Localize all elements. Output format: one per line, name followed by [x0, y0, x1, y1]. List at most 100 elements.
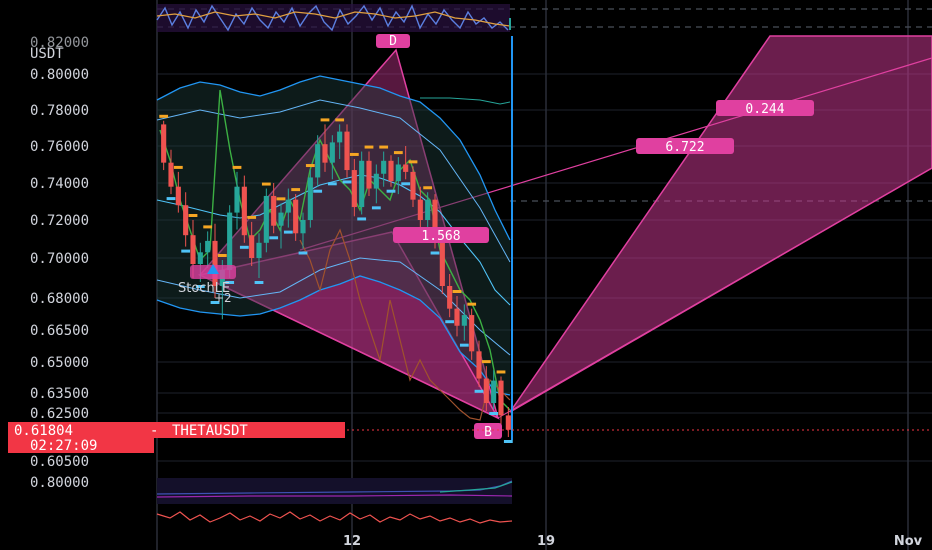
candle-body	[300, 220, 306, 234]
stop-level-mark	[379, 145, 389, 149]
candle-body	[263, 195, 269, 243]
last-price-dash: -	[150, 423, 158, 439]
stop-level-mark	[335, 118, 345, 122]
stop-level-mark	[327, 182, 337, 186]
candle-body	[417, 199, 423, 220]
candle-body	[483, 378, 489, 403]
candle-body	[227, 212, 233, 270]
candle-body	[329, 142, 335, 163]
candle-body	[256, 242, 262, 258]
candle-body	[403, 164, 409, 172]
stop-level-mark	[467, 302, 477, 306]
stop-level-mark	[474, 389, 484, 393]
stop-level-mark	[320, 118, 330, 122]
pattern-label-d-text: D	[389, 34, 397, 49]
price-tick-label: 0.76000	[30, 139, 89, 155]
stop-level-mark	[401, 182, 411, 186]
stop-level-mark	[357, 217, 367, 221]
stop-level-mark	[445, 320, 455, 324]
stop-level-mark	[254, 281, 264, 284]
price-tick-label: 0.63500	[30, 386, 89, 402]
stop-level-mark	[371, 206, 381, 210]
stop-level-mark	[188, 214, 198, 217]
time-tick-12: 12	[343, 534, 361, 549]
price-tick-label: 0.74000	[30, 176, 89, 192]
symbol-name: THETAUSDT	[172, 423, 248, 439]
stop-level-mark	[269, 236, 279, 240]
ratio-label-1: 1.568	[393, 227, 489, 244]
stop-level-mark	[283, 230, 293, 234]
price-tick-label: 0.80000	[30, 67, 89, 83]
price-tick-label: 0.68000	[30, 291, 89, 307]
stop-level-mark	[459, 343, 469, 347]
candle-body	[183, 205, 189, 236]
pattern-label-d: D	[376, 34, 410, 49]
candle-body	[278, 212, 284, 226]
candle-body	[234, 186, 240, 213]
stop-level-mark	[203, 225, 213, 229]
candle-body	[197, 252, 203, 264]
candle-body	[359, 160, 365, 208]
candle-countdown: 02:27:09	[30, 438, 97, 454]
time-tick-nov: Nov	[894, 534, 923, 549]
ratio-label-3: 0.244	[716, 100, 814, 117]
candle-body	[410, 171, 416, 200]
price-tick-label: 0.70000	[30, 251, 89, 267]
stop-level-mark	[159, 114, 169, 118]
candle-body	[241, 186, 247, 236]
candle-body	[395, 164, 401, 182]
ratio-label-2-text: 6.722	[665, 140, 704, 155]
stop-level-mark	[408, 160, 418, 164]
candle-body	[505, 415, 511, 430]
top-oscillator-pane	[156, 4, 511, 32]
candle-body	[285, 199, 291, 213]
stop-level-mark	[305, 164, 315, 168]
candle-body	[344, 131, 350, 171]
candle-body	[212, 240, 218, 286]
stop-level-mark	[261, 182, 271, 186]
last-price-value: 0.61804	[14, 423, 73, 439]
stop-level-mark	[239, 245, 249, 249]
currency-label: USDT	[30, 46, 64, 62]
stop-level-mark	[247, 215, 257, 219]
ratio-label-2: 6.722	[636, 138, 734, 155]
stop-level-mark	[298, 251, 308, 255]
stop-level-mark	[313, 189, 323, 193]
candle-body	[161, 124, 167, 163]
stop-level-mark	[342, 180, 352, 184]
candle-body	[366, 160, 372, 189]
candle-body	[249, 235, 255, 258]
stop-level-mark	[232, 165, 242, 169]
candle-body	[271, 195, 277, 226]
ratio-label-3-text: 0.244	[745, 102, 784, 117]
candle-body	[205, 240, 211, 253]
stop-level-mark	[181, 249, 191, 253]
stop-level-mark	[393, 151, 403, 155]
price-tick-label: 0.66500	[30, 323, 89, 339]
candle-body	[447, 286, 453, 309]
candle-body	[337, 131, 343, 143]
candle-body	[461, 315, 467, 326]
stop-level-mark	[173, 165, 183, 169]
candle-body	[307, 177, 313, 220]
stop-level-mark	[386, 189, 396, 193]
candle-body	[315, 144, 321, 178]
candle-body	[454, 308, 460, 326]
candle-body	[190, 235, 196, 264]
stop-level-mark	[166, 197, 176, 201]
stop-level-mark	[496, 370, 506, 374]
candle-body	[322, 144, 328, 163]
candle-body	[381, 160, 387, 174]
price-chart[interactable]: D B 1.568 6.722 0.244 StochLE +2 0.82000…	[0, 0, 932, 550]
stop-level-mark	[217, 254, 227, 257]
stop-level-mark	[423, 186, 433, 190]
stop-level-mark	[291, 188, 301, 192]
stop-level-mark	[276, 197, 286, 201]
candle-body	[175, 186, 181, 206]
candle-body	[425, 199, 431, 220]
stop-level-mark	[481, 360, 491, 364]
stop-level-mark	[452, 290, 462, 293]
indicator-axis-label: 0.80000	[30, 475, 89, 491]
candle-body	[293, 199, 299, 234]
stop-level-mark	[430, 251, 440, 255]
